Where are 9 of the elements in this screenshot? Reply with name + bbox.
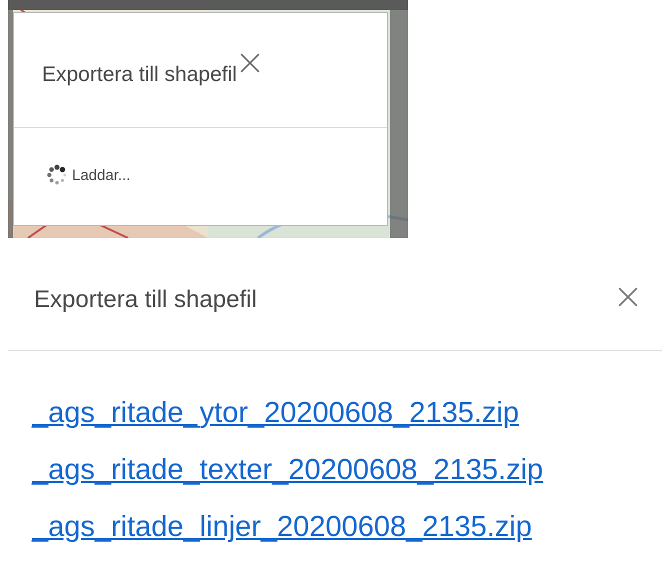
close-icon [617,286,639,308]
close-icon [238,52,261,74]
file-link[interactable]: _ags_ritade_linjer_20200608_2135.zip [32,505,532,549]
dialog-title: Exportera till shapefil [42,63,237,87]
loading-spinner-icon [46,164,68,186]
file-link[interactable]: _ags_ritade_ytor_20200608_2135.zip [32,391,519,435]
dialog-title: Exportera till shapefil [34,286,257,314]
loading-text: Laddar... [72,166,130,184]
file-link[interactable]: _ags_ritade_texter_20200608_2135.zip [32,448,544,492]
